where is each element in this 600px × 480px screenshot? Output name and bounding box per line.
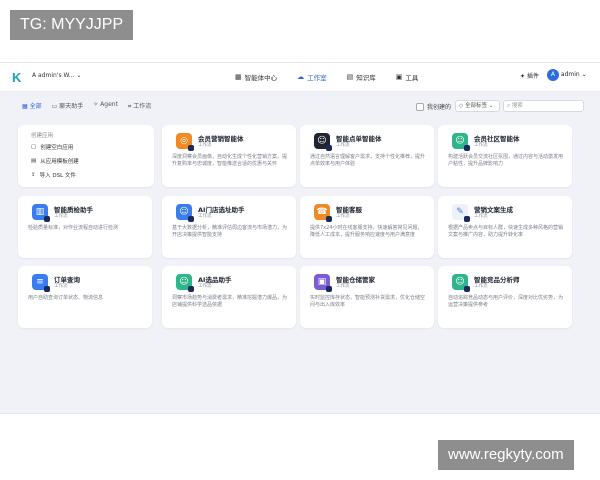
agent-description: 深度洞察会员画像，自动化生成个性化营销方案，提升复购率与忠诚度，智能推送合适的优… xyxy=(172,154,288,167)
workflow-badge-icon xyxy=(44,286,50,292)
nav-studio[interactable]: ☁ 工作室 xyxy=(294,70,330,84)
agent-card[interactable]: ≡ 订单查询 工作流 用户自助查询订单状态、物流信息 xyxy=(18,266,152,328)
plugin-button[interactable]: ✦ 插件 xyxy=(520,71,539,80)
watermark-top: TG: MYYJJPP xyxy=(10,10,134,40)
agent-description: 用户自助查询订单状态、物流信息 xyxy=(28,295,104,301)
create-from-template[interactable]: ▤ 从应用模板创建 xyxy=(31,157,79,165)
agent-type: 工作流 xyxy=(54,214,68,219)
filter-all[interactable]: ▦ 全部 xyxy=(22,101,42,111)
agent-card[interactable]: ☎ 智能客服 工作流 提供7x24小时在线客服支持，快速解答常见问题，降低人工成本，提… xyxy=(300,196,434,258)
agent-card[interactable]: ◎ 会员营销智能体 工作流 深度洞察会员画像，自动化生成个性化营销方案，提升复购率与忠… xyxy=(162,125,296,187)
watermark-bottom: www.regkyty.com xyxy=(438,440,574,470)
workspace-switcher[interactable]: A admin's W... ⌄ xyxy=(32,72,81,79)
created-by-me-toggle[interactable]: 我创建的 xyxy=(416,102,451,111)
search-icon: ⌕ xyxy=(507,103,511,109)
header-right: ✦ 插件 A admin ⌄ xyxy=(520,69,587,81)
workflow-badge-icon xyxy=(188,286,194,292)
agent-card[interactable]: ☺ 会员社区智能体 工作流 构建活跃会员交流社区氛围，通过内容与活动激发用户粘性，提升… xyxy=(438,125,572,187)
cloud-icon: ☁ xyxy=(297,73,305,81)
chat-icon: ▭ xyxy=(51,103,58,110)
avatar: A xyxy=(546,69,559,81)
filter-agent[interactable]: ✧ Agent xyxy=(93,101,118,111)
workflow-icon: ⌗ xyxy=(127,103,132,110)
main-nav: ▦ 智能体中心 ☁ 工作室 ▤ 知识库 ▣ 工具 xyxy=(232,70,421,84)
tag-icon: ◇ xyxy=(459,103,464,109)
workflow-badge-icon xyxy=(464,145,470,151)
agent-card[interactable]: ☺ 智能竞品分析师 工作流 自动追踪竞品动态与用户评价，深度对比优劣势，为运营决策提供… xyxy=(438,266,572,328)
nav-knowledge[interactable]: ▤ 知识库 xyxy=(344,70,379,84)
create-app-title: 创建应用 xyxy=(31,133,54,139)
workflow-badge-icon xyxy=(464,286,470,292)
agent-description: 提供7x24小时在线客服支持，快速解答常见问题，降低人工成本，提升服务响应速度与… xyxy=(310,225,423,238)
agent-card[interactable]: ☺ AI门店选址助手 工作流 基于大数据分析，精准评估周边客流与市场潜力，为开店决策提… xyxy=(162,196,296,258)
import-dsl[interactable]: ⇪ 导入 DSL 文件 xyxy=(31,171,76,179)
chevron-down-icon: ⌄ xyxy=(76,72,82,79)
agent-description: 基于大数据分析，精准评估周边客流与市场潜力，为开店决策提供智能支持 xyxy=(172,225,288,238)
agent-type: 工作流 xyxy=(474,214,488,219)
agent-type: 工作流 xyxy=(336,214,350,219)
agent-description: 洞察市场趋势与消费者需求，精准挖掘潜力爆品，为店铺提供科学选品依据 xyxy=(172,295,288,308)
agent-icon: ✧ xyxy=(93,101,99,108)
agent-card[interactable]: ☺ AI选品助手 工作流 洞察市场趋势与消费者需求，精准挖掘潜力爆品，为店铺提供科学选… xyxy=(162,266,296,328)
book-icon: ▤ xyxy=(346,73,354,81)
agent-type: 工作流 xyxy=(474,284,488,289)
grid-icon: ▦ xyxy=(235,73,242,81)
create-blank-app[interactable]: ▢ 创建空白应用 xyxy=(31,143,73,151)
chevron-down-icon: ⌄ xyxy=(581,71,587,78)
agent-card[interactable]: ✎ 营销文案生成 工作流 根据产品卖点与目标人群，快速生成多种风格的营销文案与推广内容… xyxy=(438,196,572,258)
agent-type: 工作流 xyxy=(336,284,350,289)
create-app-card: 创建应用 ▢ 创建空白应用 ▤ 从应用模板创建 ⇪ 导入 DSL 文件 xyxy=(18,125,154,187)
workflow-badge-icon xyxy=(188,216,194,222)
agent-type: 工作流 xyxy=(336,143,350,148)
top-nav-bar: K A admin's W... ⌄ ▦ 智能体中心 ☁ 工作室 ▤ 知识库 ▣ 工具 … xyxy=(0,63,600,92)
filter-bar: ▦ 全部 ▭ 聊天助手 ✧ Agent ⌗ 工作流 我创建的 ◇ 全部标签 ⌄ … xyxy=(0,99,600,113)
search-input[interactable]: ⌕ 搜索 xyxy=(503,100,584,112)
file-icon: ▢ xyxy=(31,144,37,150)
agent-description: 根据产品卖点与目标人群，快速生成多种风格的营销文案与推广内容，助力提升转化率 xyxy=(448,225,564,238)
agent-description: 通过自然语言理解客户需求，支持个性化推荐，提升点单效率与用户体验 xyxy=(310,154,426,167)
user-menu[interactable]: A admin ⌄ xyxy=(546,69,587,81)
agent-type: 工作流 xyxy=(198,143,212,148)
agent-description: 自动追踪竞品动态与用户评价，深度对比优劣势，为运营决策提供参考 xyxy=(448,295,564,308)
app-logo[interactable]: K xyxy=(12,70,21,85)
agent-card[interactable]: ☺ 智能点单智能体 工作流 通过自然语言理解客户需求，支持个性化推荐，提升点单效率与用… xyxy=(300,125,434,187)
template-icon: ▤ xyxy=(31,158,37,164)
app-type-filters: ▦ 全部 ▭ 聊天助手 ✧ Agent ⌗ 工作流 xyxy=(22,101,151,111)
filter-chat[interactable]: ▭ 聊天助手 xyxy=(52,101,84,111)
app-window: K A admin's W... ⌄ ▦ 智能体中心 ☁ 工作室 ▤ 知识库 ▣ 工具 … xyxy=(0,62,600,414)
agent-card[interactable]: ▣ 智能仓储管家 工作流 实时监控库存状态，智能预测补货需求，优化仓储空间与出入库效率 xyxy=(300,266,434,328)
agent-type: 工作流 xyxy=(54,284,68,289)
grid-icon: ▦ xyxy=(22,103,28,110)
agent-description: 实时监控库存状态，智能预测补货需求，优化仓储空间与出入库效率 xyxy=(310,295,426,308)
workflow-badge-icon xyxy=(326,286,332,292)
agent-card[interactable]: ▥ 智能质检助手 工作流 检验质量标准，对作业流程自动进行检测 xyxy=(18,196,152,258)
plugin-icon: ✦ xyxy=(520,72,526,80)
nav-tools[interactable]: ▣ 工具 xyxy=(393,70,422,84)
workflow-badge-icon xyxy=(464,216,470,222)
workflow-badge-icon xyxy=(44,216,50,222)
briefcase-icon: ▣ xyxy=(395,73,403,81)
agent-description: 构建活跃会员交流社区氛围，通过内容与活动激发用户粘性，提升品牌影响力 xyxy=(448,154,564,167)
filter-workflow[interactable]: ⌗ 工作流 xyxy=(128,101,151,111)
agent-type: 工作流 xyxy=(474,143,488,148)
chevron-down-icon: ⌄ xyxy=(488,103,494,109)
created-by-me-checkbox[interactable] xyxy=(416,102,424,111)
agent-type: 工作流 xyxy=(198,214,212,219)
workspace-name: admin's W... xyxy=(38,72,75,79)
workflow-badge-icon xyxy=(326,216,332,222)
workflow-badge-icon xyxy=(326,145,332,151)
tag-select[interactable]: ◇ 全部标签 ⌄ xyxy=(455,100,500,112)
import-icon: ⇪ xyxy=(31,172,36,178)
agent-description: 检验质量标准，对作业流程自动进行检测 xyxy=(28,225,119,231)
workspace-icon: A xyxy=(32,72,37,79)
workflow-badge-icon xyxy=(188,145,194,151)
nav-agent-center[interactable]: ▦ 智能体中心 xyxy=(232,70,280,84)
agent-type: 工作流 xyxy=(198,284,212,289)
